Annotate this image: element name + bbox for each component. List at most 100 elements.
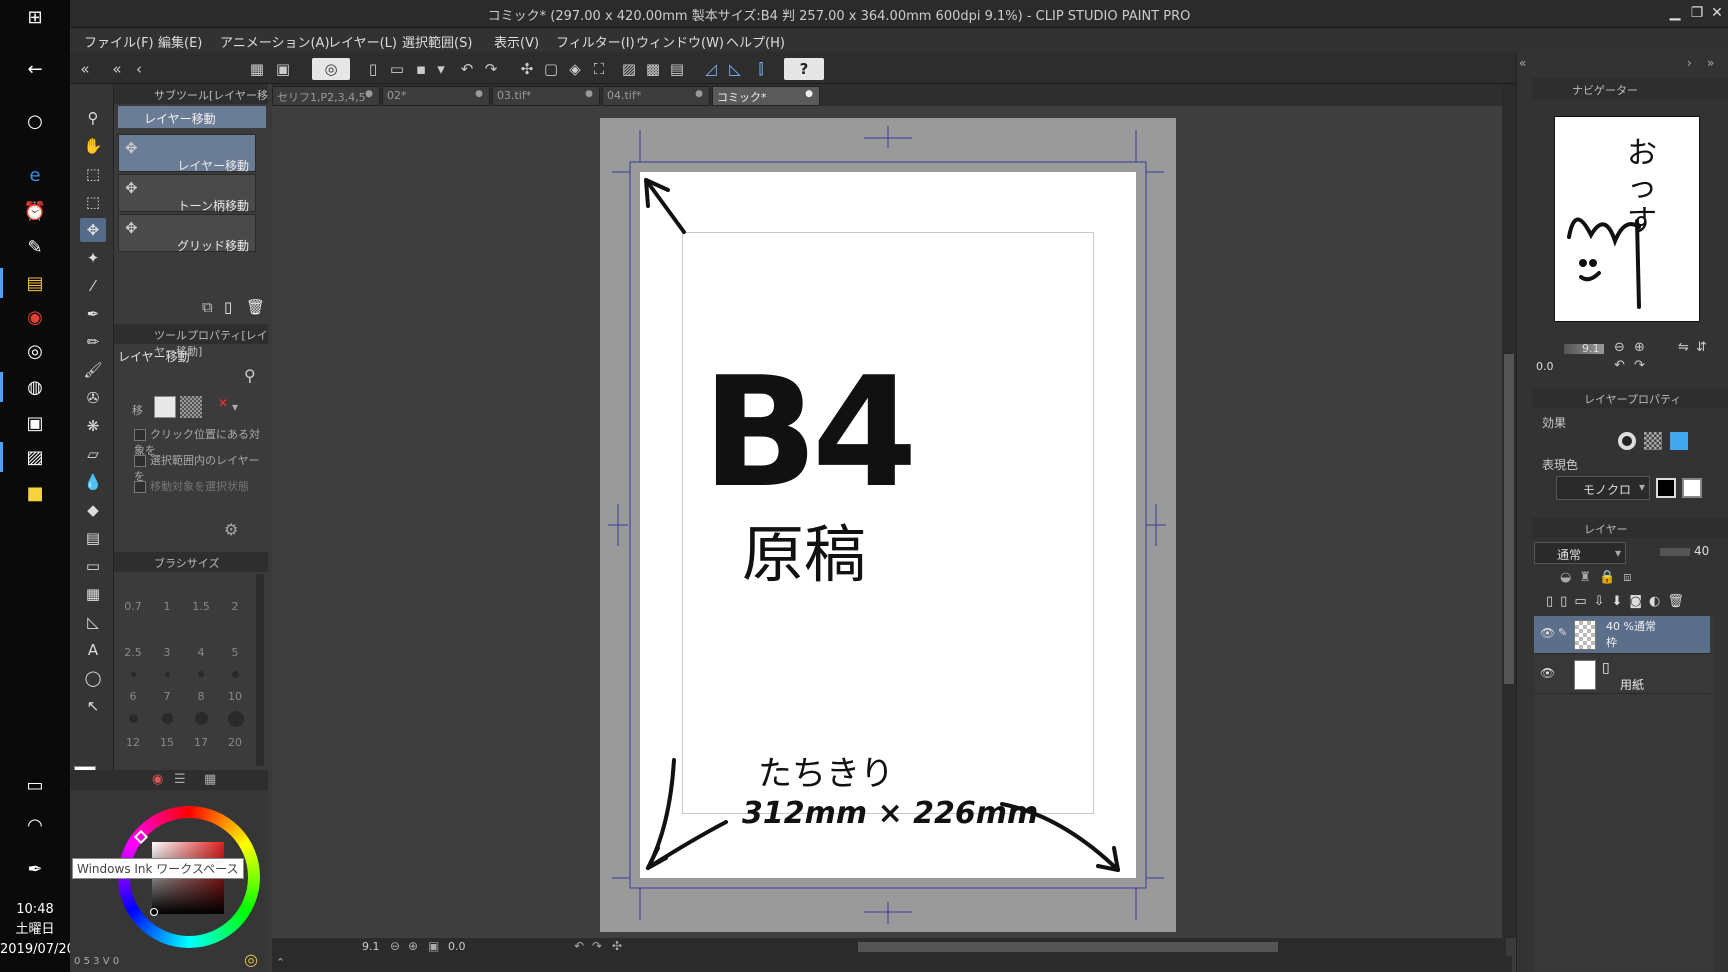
frame-border-tool-icon[interactable]: ▦ [80,582,106,606]
new-vector-layer-icon[interactable]: ▯ [1560,594,1574,609]
brush-size-item[interactable]: 4 [186,646,216,659]
redo-icon[interactable]: ↷ [480,58,502,80]
move-target-tone-icon[interactable] [180,396,202,418]
layer-reference-icon[interactable]: ♜ [1579,570,1599,585]
minimize-button[interactable]: ▁ [1666,4,1684,22]
collapse-left-icon[interactable]: « [74,58,96,80]
chevron-left-icon[interactable]: ‹ [128,58,150,80]
menu-filter[interactable]: フィルター(I) [556,32,635,51]
collapse-left-icon[interactable]: « [1519,56,1526,70]
chevron-down-icon[interactable]: ▾ [430,58,452,80]
decoration-tool-icon[interactable]: ❋ [80,414,106,438]
pen-tool-icon[interactable]: ✒ [80,302,106,326]
layer-row-paper[interactable]: 👁 ▯ 用紙 [1534,656,1710,694]
sub-tool-group[interactable]: レイヤー移動 [118,106,266,128]
balloon-tool-icon[interactable]: ◯ [80,666,106,690]
chevron-right-icon[interactable]: › [1687,56,1692,70]
close-icon[interactable]: ● [475,89,483,99]
paint-app-icon[interactable]: ✎ [18,232,52,262]
sticky-notes-icon[interactable]: ■ [18,478,52,508]
color-wheel-tab-icon[interactable]: ◉ [152,772,163,787]
brush-size-item[interactable]: 1.5 [186,600,216,613]
fill-tool-icon[interactable]: ◆ [80,498,106,522]
clip-studio-icon[interactable]: ◍ [18,372,52,402]
layer-color-effect-icon[interactable] [1670,432,1688,450]
eyedropper-tool-icon[interactable]: ⁄ [80,274,106,298]
collapse-right-icon[interactable]: » [1707,56,1714,70]
apply-mask-icon[interactable]: ◐ [1649,594,1667,609]
horizontal-scrollbar-thumb[interactable] [858,942,1278,952]
brush-size-item[interactable]: 7 [152,690,182,703]
tone-effect-icon[interactable] [1644,432,1662,450]
color-set-tab-icon[interactable]: ▦ [204,772,216,787]
airbrush-tool-icon[interactable]: ✇ [80,386,106,410]
grid-menu-icon[interactable]: ▦ [246,58,268,80]
navigator-preview[interactable]: おっす [1554,116,1700,322]
ruler-tool-icon[interactable]: ◺ [80,610,106,634]
layer-clip-icon[interactable]: ◒ [1560,570,1579,585]
pencil-tool-icon[interactable]: ✏ [80,330,106,354]
zoom-tool-icon[interactable]: ⚲ [80,106,106,130]
move-layer-tool-icon[interactable]: ✥ [80,218,106,242]
tab-02[interactable]: 02* ● [382,86,490,106]
photos-app-icon[interactable]: ▨ [18,442,52,472]
border-icon[interactable]: ▤ [666,58,688,80]
black-color-swatch[interactable] [1656,478,1676,498]
battery-icon[interactable]: ▭ [18,770,52,800]
canvas-area[interactable]: B4 原稿 たちきり 312mm × 226mm [272,106,1506,938]
lock-icon[interactable]: 🔒 [1599,570,1623,585]
operation-tool-icon[interactable]: ⬚ [80,162,106,186]
blend-mode-select[interactable]: 通常 ▾ [1534,542,1626,564]
blend-tool-icon[interactable]: 💧 [80,470,106,494]
opacity-slider[interactable] [1660,548,1690,556]
tab-comic[interactable]: コミック* ● [712,86,820,106]
flip-vertical-icon[interactable]: ⇵ [1696,340,1707,355]
scrollbar-thumb[interactable] [1504,354,1514,684]
checkbox-select-moved[interactable]: 移動対象を選択状態 [134,478,249,494]
collapse-left-icon[interactable]: « [106,58,128,80]
wifi-icon[interactable]: ◠ [18,810,52,840]
sub-tool-item-grid-move[interactable]: ✥ グリッド移動 [118,214,256,253]
sub-tool-new-icon[interactable]: ▯ [224,298,232,316]
snap-grid-icon[interactable]: ⫿ [750,58,772,80]
zoom-in-icon[interactable]: ⊕ [1634,340,1645,355]
back-arrow-icon[interactable]: ← [18,54,52,84]
tab-03[interactable]: 03.tif* ● [492,86,600,106]
clear-icon[interactable]: ▨ [618,58,640,80]
tab-serifu[interactable]: セリフ1,P2,3,4,5* ● [272,86,380,106]
expression-color-select[interactable]: モノクロ ▾ [1556,476,1650,500]
screenshot-camera-icon[interactable]: ▣ [18,408,52,438]
figure-tool-icon[interactable]: ▭ [80,554,106,578]
close-icon[interactable]: ● [805,89,813,99]
sub-tool-delete-icon[interactable]: 🗑 [246,298,265,316]
brush-size-item[interactable]: 10 [220,690,250,703]
help-question-icon[interactable]: ? [784,58,824,80]
brush-size-item[interactable]: 12 [118,736,148,749]
sv-marker[interactable] [150,908,158,916]
brush-size-item[interactable]: 20 [220,736,250,749]
auto-select-tool-icon[interactable]: ✦ [80,246,106,270]
move-target-grid-icon[interactable]: ✕ [206,396,228,418]
rotate-left-icon[interactable]: ↶ [1614,358,1625,373]
reset-rotation-icon[interactable]: ✣ [612,939,622,953]
save-icon[interactable]: ▪ [410,58,432,80]
brush-size-item[interactable]: 15 [152,736,182,749]
close-icon[interactable]: ● [585,89,593,99]
new-file-icon[interactable]: ▯ [362,58,384,80]
chrome-browser-icon[interactable]: ◉ [18,302,52,332]
zoom-out-icon[interactable]: ⊖ [390,939,400,953]
flip-horizontal-icon[interactable]: ⇋ [1678,340,1689,355]
clip-studio-logo-icon[interactable]: ◎ [312,58,350,80]
navigator-zoom-value[interactable]: 9.1 [1582,342,1600,355]
chevron-down-icon[interactable]: ▾ [232,400,238,414]
alarm-clock-icon[interactable]: ⏰ [18,196,52,226]
color-mode-icon[interactable]: ◎ [244,950,258,969]
close-icon[interactable]: ● [695,89,703,99]
menu-layer[interactable]: レイヤー(L) [328,32,397,51]
zoom-out-icon[interactable]: ⊖ [1614,340,1625,355]
brush-size-item[interactable]: 3 [152,646,182,659]
cortana-circle-icon[interactable]: ○ [18,106,52,136]
windows-start-icon[interactable]: ⊞ [18,2,52,32]
maximize-button[interactable]: ❐ [1688,4,1706,22]
camera-app-icon[interactable]: ◎ [18,336,52,366]
